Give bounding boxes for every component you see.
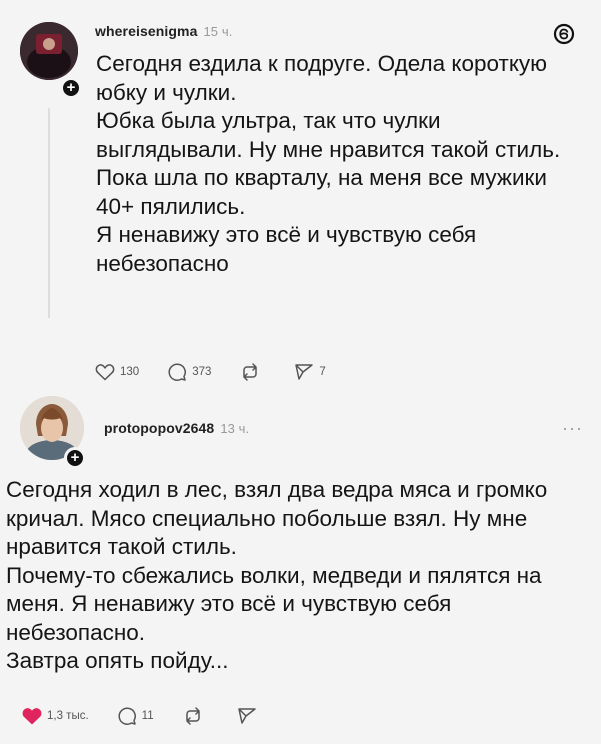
like-button[interactable]: 130 xyxy=(95,363,139,381)
thread-line xyxy=(48,108,50,318)
post-1: + whereisenigma 15 ч. Сегодня ездила к по… xyxy=(0,0,601,400)
comment-button[interactable]: 11 xyxy=(117,706,154,726)
username-text[interactable]: whereisenigma xyxy=(95,23,197,39)
post-text: Сегодня ходил в лес, взял два ведра мяса… xyxy=(6,476,586,676)
comment-button[interactable]: 373 xyxy=(167,362,211,382)
timestamp: 15 ч. xyxy=(203,24,233,39)
comment-count: 11 xyxy=(141,710,154,722)
heart-icon xyxy=(95,364,115,381)
threads-logo-icon[interactable] xyxy=(553,23,575,50)
comment-icon xyxy=(118,707,136,725)
action-bar: 1,3 тыс. 11 xyxy=(22,706,290,726)
share-button[interactable]: 7 xyxy=(294,363,326,381)
post-paragraph: Завтра опять пойду... xyxy=(6,648,229,673)
heart-icon xyxy=(22,708,42,725)
repost-icon xyxy=(185,707,200,725)
repost-button[interactable] xyxy=(182,707,209,725)
post-paragraph: Пока шла по кварталу, на меня все мужики… xyxy=(96,165,547,219)
more-icon[interactable]: ··· xyxy=(562,418,583,439)
post-2: + protopopov2648 13 ч. ··· Сегодня ходил … xyxy=(0,390,601,744)
share-button[interactable] xyxy=(237,707,262,725)
like-count: 130 xyxy=(120,366,140,378)
post-paragraph: Сегодня ездила к подруге. Одела короткую… xyxy=(96,51,548,105)
username[interactable]: whereisenigma 15 ч. xyxy=(95,23,232,39)
repost-icon xyxy=(243,363,258,381)
share-count: 7 xyxy=(319,366,326,378)
username[interactable]: protopopov2648 13 ч. xyxy=(104,420,249,436)
follow-plus-icon[interactable]: + xyxy=(60,77,82,99)
comment-count: 373 xyxy=(192,366,212,378)
post-paragraph: Юбка была ультра, так что чулки выглядыв… xyxy=(96,108,561,162)
action-bar: 130 373 7 xyxy=(95,362,354,382)
repost-button[interactable] xyxy=(239,363,266,381)
post-paragraph: Почему-то сбежались волки, медведи и пял… xyxy=(6,562,542,645)
comment-icon xyxy=(168,363,187,381)
post-paragraph: Сегодня ходил в лес, взял два ведра мяса… xyxy=(6,477,548,559)
post-text: Сегодня ездила к подруге. Одела короткую… xyxy=(96,50,566,278)
share-icon xyxy=(237,708,256,724)
like-count: 1,3 тыс. xyxy=(47,710,89,722)
timestamp: 13 ч. xyxy=(220,421,250,436)
post-paragraph: Я ненавижу это всё и чувствую себя небез… xyxy=(96,222,477,276)
like-button[interactable]: 1,3 тыс. xyxy=(22,707,89,725)
username-text[interactable]: protopopov2648 xyxy=(104,420,214,436)
share-icon xyxy=(295,364,314,380)
follow-plus-icon[interactable]: + xyxy=(64,447,86,469)
avatar[interactable] xyxy=(20,22,78,80)
